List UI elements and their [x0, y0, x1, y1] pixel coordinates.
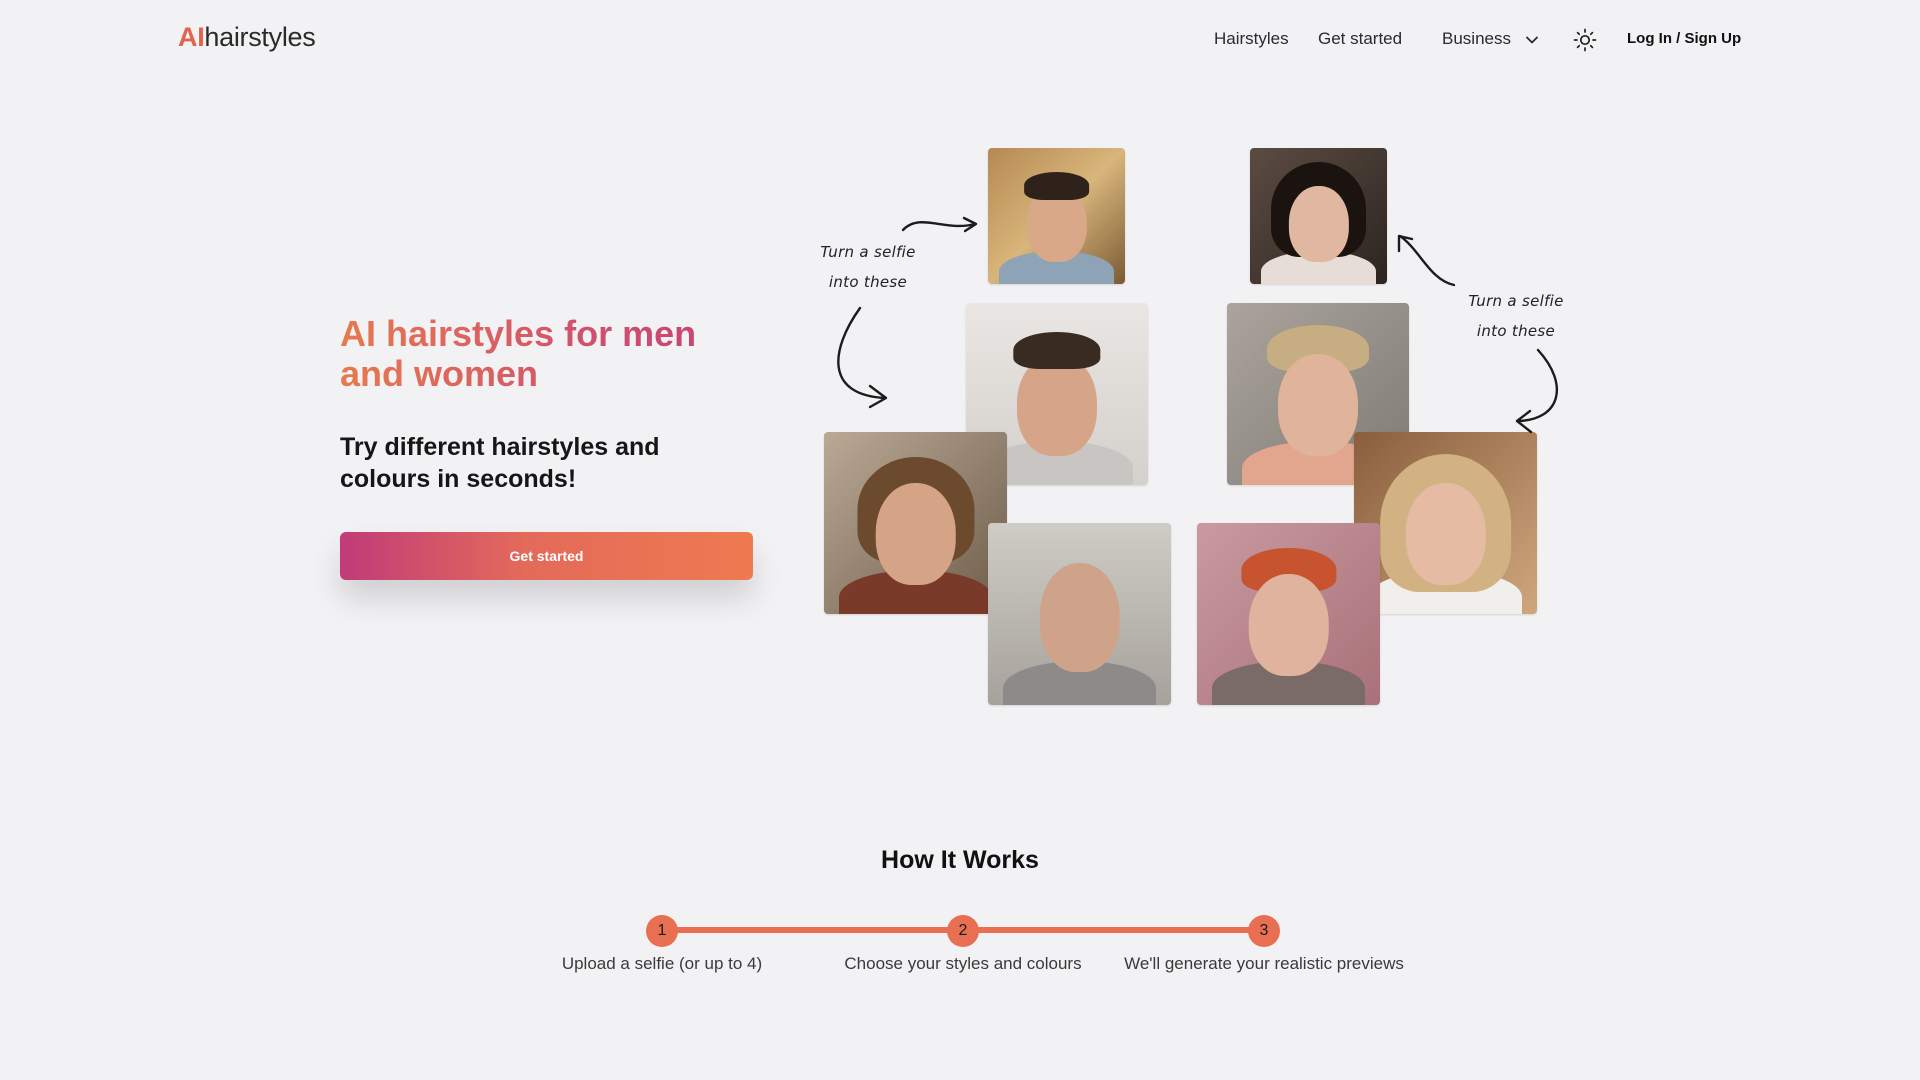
- step-1-label: Upload a selfie (or up to 4): [561, 954, 763, 973]
- arrow-left-top: [901, 221, 977, 232]
- step-3-badge: 3: [1248, 915, 1280, 947]
- how-it-works-title: How It Works: [881, 846, 1039, 874]
- step-2-label: Choose your styles and colours: [844, 954, 1082, 973]
- step-3-label: We'll generate your realistic previews: [1124, 954, 1404, 973]
- arrow-right-bottom: [1516, 348, 1559, 423]
- step-2-badge: 2: [947, 915, 979, 947]
- arrow-left-bottom: [837, 306, 887, 400]
- step-1-badge: 1: [646, 915, 678, 947]
- arrow-right-top: [1398, 234, 1456, 287]
